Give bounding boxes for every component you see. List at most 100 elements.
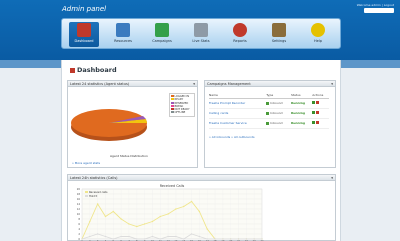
data-point <box>136 225 138 228</box>
data-point <box>104 235 107 238</box>
legend-label: Hold'd <box>89 194 98 198</box>
phone-icon <box>155 23 169 37</box>
welcome-text: Welcome admin | <box>356 3 383 7</box>
nav-label: Help <box>314 39 322 43</box>
legend-label: Received calls <box>89 190 108 194</box>
main-nav: Dashboard Resources Campaigns Live Stats… <box>61 18 341 49</box>
data-point <box>89 220 91 223</box>
data-point <box>151 220 154 223</box>
pie-legend: LOGGED IN READY RESERVED BREAK NOT READY… <box>169 93 195 117</box>
logout-link[interactable]: Logout <box>384 3 394 7</box>
data-point <box>175 208 177 210</box>
data-point <box>206 238 208 240</box>
campaign-status: Running <box>290 98 313 109</box>
nav-reports[interactable]: Reports <box>225 22 255 47</box>
y-tick-label: 6 <box>78 222 80 226</box>
nav-label: Reports <box>233 39 247 43</box>
y-tick-label: 12 <box>77 207 81 211</box>
nav-settings[interactable]: Settings <box>264 22 294 47</box>
data-point <box>237 238 240 240</box>
nav-resources[interactable]: Resources <box>108 22 138 47</box>
nav-help[interactable]: Help <box>303 22 333 47</box>
collapse-icon[interactable]: ▾ <box>331 81 333 87</box>
monitor-icon <box>194 23 208 37</box>
check-icon <box>266 121 270 125</box>
data-point <box>229 238 232 240</box>
pie-chart-title: Agent Status Distribution <box>110 154 148 158</box>
y-tick-label: 20 <box>77 187 81 191</box>
edit-icon[interactable] <box>312 121 316 124</box>
campaign-type: Inbound <box>266 118 291 129</box>
data-point <box>120 218 122 220</box>
check-icon <box>266 101 270 105</box>
delete-icon[interactable] <box>316 121 320 124</box>
data-point <box>128 235 130 238</box>
data-point <box>159 215 161 218</box>
data-point <box>81 238 83 240</box>
data-point <box>159 238 161 240</box>
nav-campaigns[interactable]: Campaigns <box>147 22 177 47</box>
data-point <box>190 233 193 235</box>
campaign-name-link[interactable]: Freeha Prompt Recorder <box>209 98 267 109</box>
page-title-text: Dashboard <box>77 66 117 74</box>
data-point <box>104 215 107 218</box>
content-area: Dashboard Latest 24 statistics (Agent st… <box>61 60 341 241</box>
more-agent-stats-link[interactable]: » More agent stats <box>72 161 100 165</box>
campaign-type: Inbound <box>266 108 291 119</box>
data-point <box>112 210 115 213</box>
data-point <box>96 203 99 205</box>
home-icon <box>70 67 75 73</box>
nav-dashboard[interactable]: Dashboard <box>69 22 99 47</box>
data-point <box>183 205 185 208</box>
chart-title: Received Calls <box>160 184 185 188</box>
data-point <box>128 223 130 225</box>
legend-item: OFFLINE <box>171 111 193 114</box>
agent-pie-chart <box>71 109 147 141</box>
data-point <box>96 233 99 235</box>
y-tick-label: 10 <box>77 212 81 216</box>
campaign-name-link[interactable]: Calling cards <box>209 108 267 119</box>
table-row: Calling cards Inbound Running <box>209 108 329 119</box>
tools-icon <box>272 23 286 37</box>
edit-icon[interactable] <box>312 101 316 104</box>
nav-live-stats[interactable]: Live Stats <box>186 22 216 47</box>
y-tick-label: 16 <box>77 197 81 201</box>
delete-icon[interactable] <box>316 111 320 114</box>
table-row: Freeha Prompt Recorder Inbound Running <box>209 98 329 109</box>
y-tick-label: 18 <box>77 192 81 196</box>
agent-status-panel: Latest 24 statistics (Agent status) ▾ Ag… <box>67 80 198 168</box>
campaign-name-link[interactable]: Freeha Customer Service <box>209 118 267 129</box>
campaign-status: Running <box>290 108 313 119</box>
data-point <box>143 238 146 240</box>
data-point <box>120 235 122 238</box>
data-point <box>214 238 216 240</box>
panel-header: Latest 24 statistics (Agent status) ▾ <box>68 81 197 87</box>
nav-label: Settings <box>271 39 287 43</box>
data-point <box>167 213 169 215</box>
collapse-icon[interactable]: ▾ <box>193 81 195 87</box>
edit-icon[interactable] <box>312 111 316 114</box>
campaign-status: Running <box>290 118 313 129</box>
data-point <box>261 238 263 240</box>
campaign-actions <box>312 118 329 129</box>
y-tick-label: 4 <box>78 227 80 231</box>
campaign-type: Inbound <box>266 98 291 109</box>
data-point <box>175 235 177 238</box>
home-icon <box>77 23 91 37</box>
calls-panel: Latest 24h statistics (Calls) ▾ 0 2 4 6 8 10 1… <box>67 174 336 241</box>
legend-swatch <box>85 191 88 193</box>
data-point <box>190 200 193 203</box>
data-point <box>198 210 201 213</box>
pie-chart-icon <box>233 23 247 37</box>
campaigns-panel: Campaigns Management ▾ Name Type Status … <box>204 80 336 168</box>
campaign-links[interactable]: » All inbounds » All outbounds <box>209 135 255 139</box>
data-point <box>183 238 185 240</box>
data-point <box>198 235 201 238</box>
data-point <box>136 238 138 240</box>
calls-line-chart: 0246810121416182012345678910111213141516… <box>77 184 264 241</box>
data-point <box>206 228 208 230</box>
page-title: Dashboard <box>70 66 117 74</box>
search-input[interactable] <box>364 8 394 13</box>
delete-icon[interactable] <box>316 101 320 104</box>
app-title: Admin panel <box>62 5 107 13</box>
